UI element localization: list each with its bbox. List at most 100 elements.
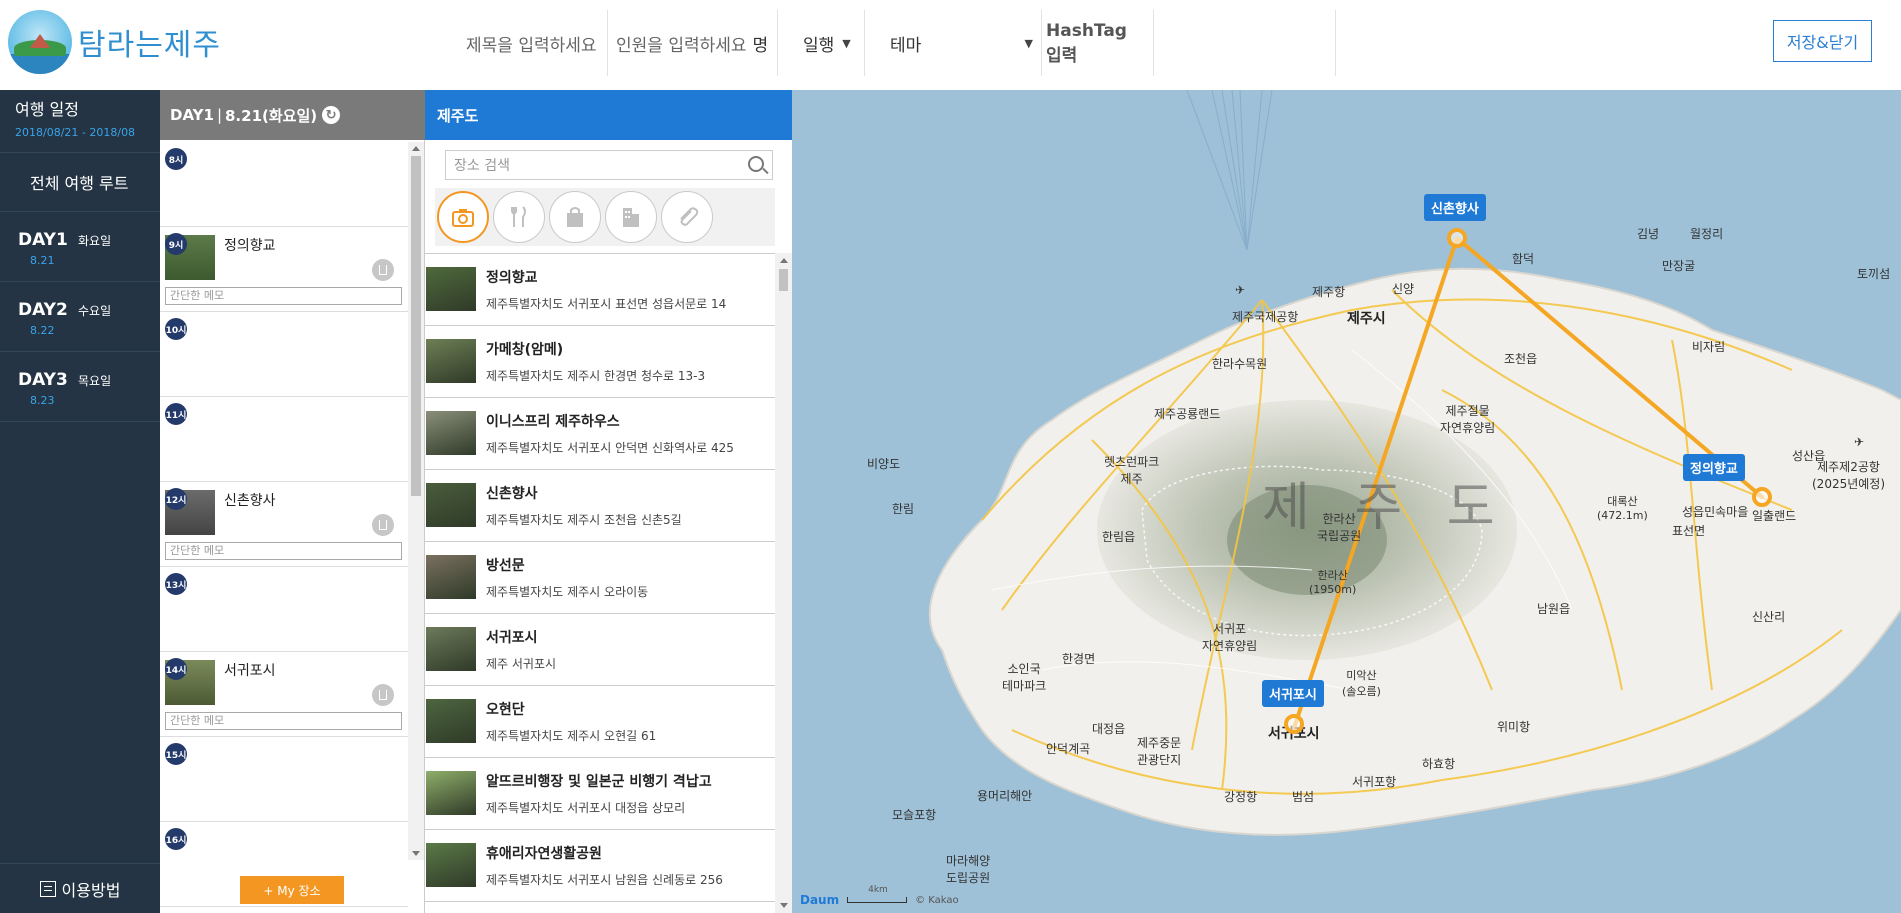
people-placeholder: 인원을 입력하세요 xyxy=(616,35,747,56)
day-tab-2[interactable]: DAY2 수요일 8.22 xyxy=(0,282,160,352)
place-search-input[interactable]: 장소 검색 xyxy=(445,150,773,180)
place-list-item[interactable]: 서귀포시 제주 서귀포시 xyxy=(425,614,775,686)
scheduled-place-name: 정의향교 xyxy=(224,238,276,254)
companion-select[interactable]: 일행 ▼ xyxy=(795,10,865,76)
map-marker-sinchon[interactable]: 신촌향사 xyxy=(1424,194,1486,221)
map-label-ilchul: 일출랜드 xyxy=(1752,509,1797,523)
time-slot[interactable]: 14시 서귀포시간단한 메모 xyxy=(160,652,408,737)
day-schedule-panel: DAY1 | 8.21(화요일) ↻ 8시 9시 정의향교 간단한 메모 10시 11시 1… xyxy=(160,90,425,913)
map-marker-jeongui[interactable]: 정의향교 xyxy=(1683,454,1745,481)
logo[interactable]: 탐라는제주 xyxy=(8,10,221,74)
map-label-sinyang: 신양 xyxy=(1392,282,1415,296)
memo-input[interactable]: 간단한 메모 xyxy=(165,287,402,305)
category-etc[interactable] xyxy=(661,191,713,243)
schedule-scrollbar[interactable] xyxy=(408,142,424,860)
category-restaurant[interactable] xyxy=(493,191,545,243)
place-name: 정의향교 xyxy=(486,270,538,286)
day-tab-1[interactable]: DAY1 화요일 8.21 xyxy=(0,212,160,282)
place-thumbnail xyxy=(426,339,476,383)
time-slot[interactable]: 15시 xyxy=(160,737,408,822)
map-label-hamdeok: 함덕 xyxy=(1512,252,1535,266)
people-input[interactable]: 인원을 입력하세요 명 xyxy=(608,10,778,76)
map-label-seogwipo-port: 서귀포항 xyxy=(1352,775,1397,789)
search-icon[interactable] xyxy=(748,156,764,172)
time-slot[interactable]: 10시 xyxy=(160,312,408,397)
place-address: 제주특별자치도 제주시 조천읍 신촌5길 xyxy=(486,513,682,527)
top-header: 탐라는제주 제목을 입력하세요 인원을 입력하세요 명 일행 ▼ 테마 ▼ Ha… xyxy=(0,0,1901,90)
add-my-place-button[interactable]: + My 장소 xyxy=(240,876,344,904)
hour-badge: 14시 xyxy=(165,658,187,680)
place-name: 알뜨르비행장 및 일본군 비행기 격납고 xyxy=(486,774,712,790)
category-bar xyxy=(435,188,775,246)
refresh-icon[interactable]: ↻ xyxy=(322,106,341,124)
shopping-bag-icon xyxy=(567,207,583,227)
trash-icon[interactable] xyxy=(372,684,394,706)
time-slot[interactable]: 8시 xyxy=(160,142,408,227)
place-address: 제주특별자치도 서귀포시 표선면 성읍서문로 14 xyxy=(486,297,727,311)
map-pin-icon[interactable] xyxy=(1752,487,1772,507)
route-map[interactable]: 제 주 도 제주시 서귀포시 제주국제공항 ✈ 제주제2공항 (2025년예정)… xyxy=(792,90,1901,913)
place-list-item[interactable]: 가메창(암메) 제주특별자치도 제주시 한경면 청수로 13-3 xyxy=(425,326,775,398)
place-list-item[interactable]: 이니스프리 제주하우스 제주특별자치도 서귀포시 안덕면 신화역사로 425 xyxy=(425,398,775,470)
hashtag-input[interactable]: HashTag 입력 xyxy=(1038,10,1154,76)
place-list-item[interactable]: 알뜨르비행장 및 일본군 비행기 격납고제주특별자치도 서귀포시 대정읍 상모리 xyxy=(425,758,775,830)
map-label-tokkiseom: 토끼섬 xyxy=(1857,267,1891,281)
place-list-item[interactable]: 신촌향사 제주특별자치도 제주시 조천읍 신촌5길 xyxy=(425,470,775,542)
map-copyright: © Kakao xyxy=(915,894,959,906)
map-pin-icon[interactable] xyxy=(1447,228,1467,248)
time-slot[interactable]: 13시 xyxy=(160,567,408,652)
place-address: 제주특별자치도 서귀포시 남원읍 신례동로 256 xyxy=(486,873,723,887)
map-label-gimnyeong: 김녕 xyxy=(1637,227,1660,241)
help-button[interactable]: 이용방법 xyxy=(0,863,160,913)
save-close-button[interactable]: 저장&닫기 xyxy=(1773,20,1872,62)
map-marker-seogwipo[interactable]: 서귀포시 xyxy=(1262,680,1324,707)
guide-icon xyxy=(39,880,56,897)
day-date: 8.22 xyxy=(30,324,55,337)
map-label-namwon: 남원읍 xyxy=(1537,602,1571,616)
day-weekday: 수요일 xyxy=(78,304,112,318)
place-list-item[interactable]: 정의향교제주특별자치도 서귀포시 표선면 성읍서문로 14 xyxy=(425,254,775,326)
place-list-scrollbar[interactable] xyxy=(775,253,792,913)
hour-badge: 13시 xyxy=(165,573,187,595)
place-thumbnail xyxy=(426,267,476,311)
map-label-hallasumok: 한라수목원 xyxy=(1212,357,1268,371)
chevron-down-icon: ▼ xyxy=(1024,36,1033,50)
trash-icon[interactable] xyxy=(372,514,394,536)
map-label-daejeong: 대정읍 xyxy=(1092,722,1126,736)
map-pin-icon[interactable] xyxy=(1284,714,1304,734)
trip-sidebar: 여행 일정 2018/08/21 - 2018/08 전체 여행 루트 DAY1… xyxy=(0,90,160,913)
place-name: 방선문 xyxy=(486,558,525,574)
day-tab-3[interactable]: DAY3 목요일 8.23 xyxy=(0,352,160,422)
building-icon xyxy=(623,208,639,227)
scheduled-place-name: 서귀포시 xyxy=(224,663,276,679)
place-address: 제주특별자치도 서귀포시 대정읍 상모리 xyxy=(486,801,686,815)
map-label-hallasan-park: 한라산 국립공원 xyxy=(1317,512,1362,543)
schedule-day: DAY1 xyxy=(170,106,214,124)
place-address: 제주특별자치도 제주시 오라이동 xyxy=(486,585,649,599)
map-label-manjanggul: 만장굴 xyxy=(1662,259,1696,273)
time-slot[interactable]: 9시 정의향교 간단한 메모 xyxy=(160,227,408,312)
title-placeholder: 제목을 입력하세요 xyxy=(466,35,597,56)
memo-input[interactable]: 간단한 메모 xyxy=(165,542,402,560)
title-input[interactable]: 제목을 입력하세요 xyxy=(458,10,608,76)
place-list-item[interactable]: 방선문제주특별자치도 제주시 오라이동 xyxy=(425,542,775,614)
day-weekday: 화요일 xyxy=(78,234,112,248)
memo-input[interactable]: 간단한 메모 xyxy=(165,712,402,730)
time-slot[interactable]: 12시 신촌향사 간단한 메모 xyxy=(160,482,408,567)
place-list-item[interactable]: 오현단 제주특별자치도 제주시 오현길 61 xyxy=(425,686,775,758)
full-route-button[interactable]: 전체 여행 루트 xyxy=(0,152,160,212)
theme-select[interactable]: 테마 ▼ xyxy=(882,10,1042,76)
map-label-gangjeong: 강정항 xyxy=(1224,790,1258,804)
category-lodging[interactable] xyxy=(605,191,657,243)
island-label: 제 주 도 xyxy=(1262,478,1509,538)
map-label-seogwipo-forest: 서귀포 자연휴양림 xyxy=(1202,622,1258,653)
map-label-yongmeori: 용머리해안 xyxy=(977,789,1033,803)
category-shopping[interactable] xyxy=(549,191,601,243)
camera-icon xyxy=(452,209,474,227)
category-attraction[interactable] xyxy=(437,191,489,243)
map-label-seongsan: 성산읍 xyxy=(1792,449,1826,463)
place-list-item[interactable]: 휴애리자연생활공원 제주특별자치도 서귀포시 남원읍 신례동로 256 xyxy=(425,830,775,902)
trash-icon[interactable] xyxy=(372,259,394,281)
schedule-date: 8.21(화요일) xyxy=(225,106,318,125)
time-slot[interactable]: 11시 xyxy=(160,397,408,482)
